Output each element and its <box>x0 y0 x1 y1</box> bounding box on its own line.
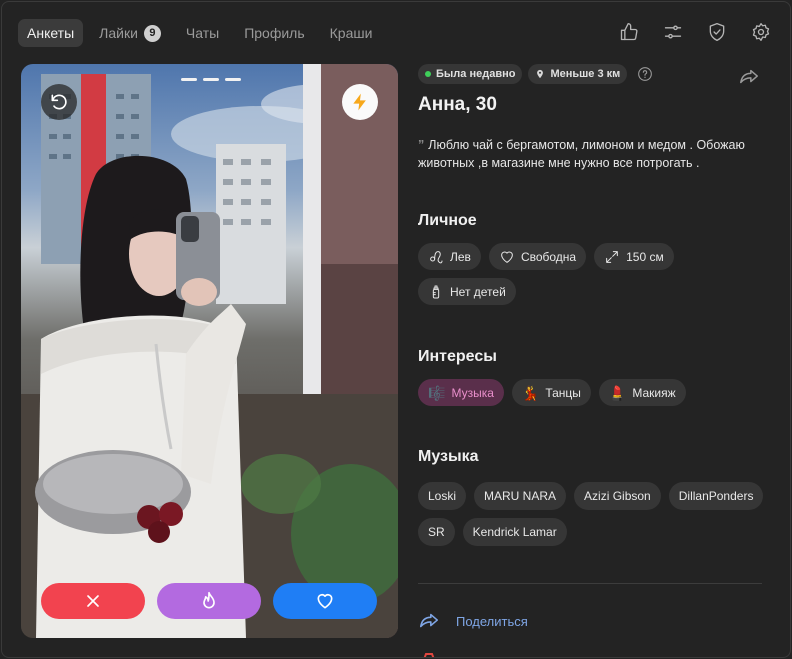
chip-label: Нет детей <box>450 284 506 299</box>
artist-chip: DillanPonders <box>668 482 764 510</box>
artist-name: DillanPonders <box>678 489 754 503</box>
section-title: Интересы <box>418 348 497 365</box>
artist-name: SR <box>428 525 445 539</box>
shield-check-icon[interactable] <box>706 21 728 43</box>
bio-text: Люблю чай с бергамотом, лимоном и медом … <box>418 138 745 170</box>
online-status-badge: Была недавно <box>418 64 523 84</box>
interest-chip-dance: 💃 Танцы <box>511 379 591 406</box>
online-status-text: Была недавно <box>436 68 516 80</box>
top-icon-bar <box>618 21 772 43</box>
lightning-icon <box>353 93 366 111</box>
artist-chip: Azizi Gibson <box>574 482 661 510</box>
tab-chats[interactable]: Чаты <box>177 19 228 47</box>
undo-icon <box>51 94 67 110</box>
distance-text: Меньше 3 км <box>550 68 621 80</box>
flame-icon <box>203 591 215 609</box>
progress-segment <box>203 78 219 81</box>
section-divider <box>418 583 762 584</box>
leo-zodiac-icon <box>430 250 443 263</box>
distance-badge: Меньше 3 км <box>528 64 628 84</box>
status-row: Была недавно Меньше 3 км <box>418 64 768 84</box>
zodiac-chip: Лев <box>418 243 481 270</box>
help-circle-icon[interactable] <box>637 66 653 82</box>
like-button[interactable] <box>273 583 377 619</box>
section-title: Музыка <box>418 448 479 465</box>
tab-likes[interactable]: Лайки 9 <box>90 19 170 47</box>
profile-name: Анна, 30 <box>418 94 497 115</box>
music-notes-icon: 🎼 <box>428 384 446 401</box>
interest-chips: 🎼 Музыка 💃 Танцы 💄 Макияж <box>418 379 768 406</box>
swipe-actions <box>41 583 377 619</box>
chip-label: Танцы <box>545 385 581 400</box>
artist-name: MARU NARA <box>484 489 557 503</box>
tab-label: Анкеты <box>27 25 75 41</box>
baby-bottle-icon <box>432 285 440 298</box>
share-label: Поделиться <box>456 613 528 629</box>
music-section: Музыка Loski MARU NARA Azizi Gibson Dill… <box>418 448 768 546</box>
chip-label: 150 см <box>626 249 664 264</box>
dancer-icon: 💃 <box>521 384 540 401</box>
artist-chip: MARU NARA <box>474 482 567 510</box>
tab-label: Чаты <box>185 25 220 41</box>
chip-label: Свободна <box>520 249 577 264</box>
heart-outline-icon <box>501 251 513 263</box>
profile-photo[interactable] <box>21 64 398 638</box>
tab-label: Краши <box>329 25 373 41</box>
quote-icon: ” <box>418 138 425 152</box>
interest-chip-music: 🎼 Музыка <box>418 379 504 406</box>
artist-chip: Loski <box>418 482 467 510</box>
share-icon <box>419 613 439 628</box>
personal-section: Личное Лев Свободна 150 см Нет детей <box>418 212 768 305</box>
expand-arrows-icon <box>606 250 618 263</box>
tab-profiles[interactable]: Анкеты <box>18 19 84 47</box>
tab-label: Профиль <box>244 25 305 41</box>
thumbs-up-icon[interactable] <box>618 21 640 43</box>
report-icon[interactable] <box>420 652 438 658</box>
artist-chip: SR <box>418 518 455 546</box>
heart-icon <box>317 593 333 609</box>
section-title: Личное <box>418 212 477 229</box>
tab-profile[interactable]: Профиль <box>235 19 313 47</box>
lipstick-icon: 💄 <box>608 384 627 401</box>
superlike-button[interactable] <box>157 583 261 619</box>
chip-label: Музыка <box>451 385 494 400</box>
photo-progress-indicator <box>181 78 241 81</box>
artist-chip: Kendrick Lamar <box>462 518 567 546</box>
tab-label: Лайки <box>99 25 138 41</box>
profile-bio: ” Люблю чай с бергамотом, лимоном и медом… <box>418 136 768 172</box>
boost-button[interactable] <box>342 84 378 120</box>
dislike-button[interactable] <box>41 583 145 619</box>
likes-count-badge: 9 <box>143 24 161 42</box>
gear-icon[interactable] <box>750 21 772 43</box>
chip-label: Макияж <box>632 385 676 400</box>
personal-chips: Лев Свободна 150 см Нет детей <box>418 243 768 305</box>
artist-chips: Loski MARU NARA Azizi Gibson DillanPonde… <box>418 482 768 546</box>
share-arrow-icon[interactable] <box>738 66 760 88</box>
close-icon <box>87 595 99 607</box>
sliders-icon[interactable] <box>662 21 684 43</box>
top-nav: Анкеты Лайки 9 Чаты Профиль Краши <box>18 19 388 47</box>
relationship-chip: Свободна <box>488 243 587 270</box>
tab-crushes[interactable]: Краши <box>321 19 382 47</box>
progress-segment <box>225 78 241 81</box>
artist-name: Azizi Gibson <box>584 489 651 503</box>
undo-button[interactable] <box>41 84 77 120</box>
progress-segment <box>181 78 197 81</box>
profile-info: Была недавно Меньше 3 км Анна, 30 ” Люблю… <box>418 64 768 657</box>
online-dot-icon <box>425 71 431 77</box>
height-chip: 150 см <box>594 243 674 270</box>
artist-name: Loski <box>428 489 457 503</box>
interest-chip-makeup: 💄 Макияж <box>598 379 686 406</box>
children-chip: Нет детей <box>418 278 516 305</box>
artist-name: Kendrick Lamar <box>472 525 557 539</box>
interests-section: Интересы 🎼 Музыка 💃 Танцы 💄 Макияж <box>418 348 768 406</box>
photo-scene <box>21 64 398 638</box>
share-button[interactable]: Поделиться <box>418 610 528 632</box>
app-window: Анкеты Лайки 9 Чаты Профиль Краши Была н… <box>1 1 791 658</box>
location-pin-icon <box>537 69 544 79</box>
chip-label: Лев <box>450 249 471 264</box>
